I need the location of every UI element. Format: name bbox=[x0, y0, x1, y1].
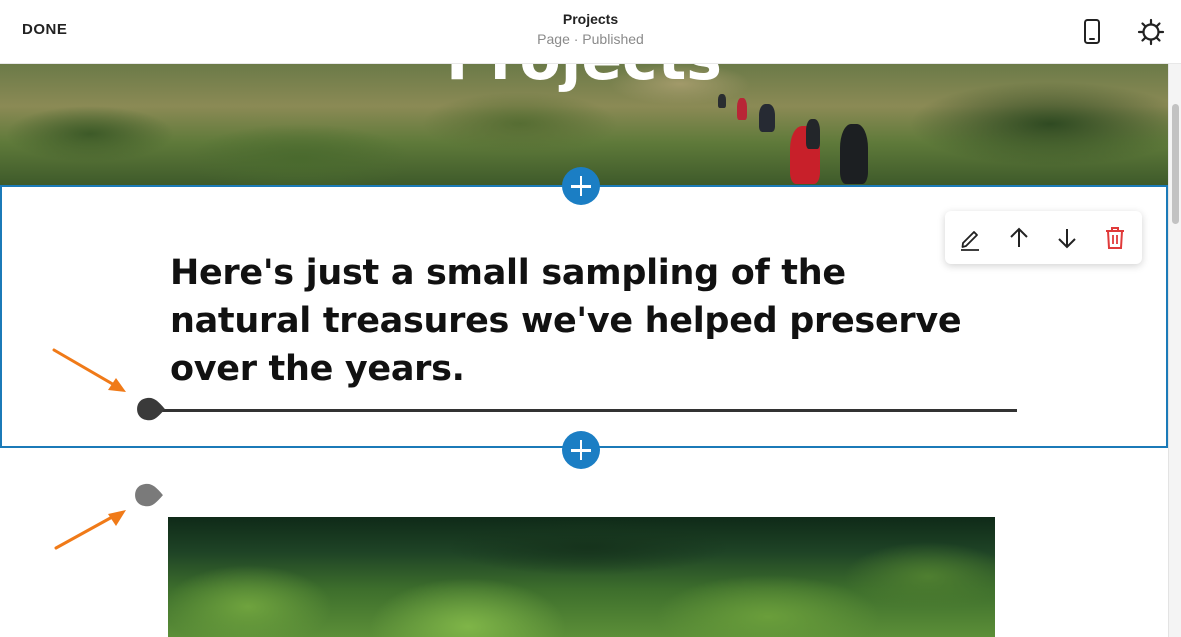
hiker-figure bbox=[806, 119, 820, 149]
forest-texture bbox=[168, 517, 995, 637]
editor-top-bar: DONE Projects Page · Published bbox=[0, 0, 1181, 64]
arrow-down-icon[interactable] bbox=[1054, 225, 1080, 251]
trash-icon[interactable] bbox=[1102, 225, 1128, 251]
scrollbar-thumb[interactable] bbox=[1172, 104, 1179, 224]
hiker-figure bbox=[737, 98, 747, 120]
forest-image-block[interactable] bbox=[168, 517, 995, 637]
hiker-figure bbox=[759, 104, 775, 132]
hiker-figure bbox=[718, 94, 726, 108]
block-drag-handle[interactable] bbox=[134, 483, 164, 509]
add-section-button-bottom[interactable] bbox=[562, 431, 600, 469]
gear-icon[interactable] bbox=[1137, 18, 1165, 46]
pencil-icon[interactable] bbox=[957, 225, 983, 251]
page-status: Page · Published bbox=[537, 31, 644, 47]
arrow-up-icon[interactable] bbox=[1006, 225, 1032, 251]
add-section-button-top[interactable] bbox=[562, 167, 600, 205]
section-headline[interactable]: Here's just a small sampling of the natu… bbox=[170, 249, 970, 393]
hiker-figure bbox=[840, 124, 868, 184]
page-info: Projects Page · Published bbox=[0, 11, 1181, 47]
page-canvas: Projects Here's just a small sampling of… bbox=[0, 64, 1168, 637]
annotation-arrow-icon bbox=[52, 348, 126, 392]
mobile-preview-icon[interactable] bbox=[1081, 18, 1103, 46]
block-drag-handle[interactable] bbox=[136, 397, 166, 423]
annotation-arrow-icon bbox=[54, 510, 126, 550]
vertical-scrollbar[interactable] bbox=[1168, 64, 1181, 637]
page-title: Projects bbox=[562, 11, 619, 27]
block-toolbar bbox=[945, 211, 1142, 264]
divider-line[interactable] bbox=[152, 409, 1017, 412]
hero-title: Projects bbox=[0, 64, 1168, 94]
